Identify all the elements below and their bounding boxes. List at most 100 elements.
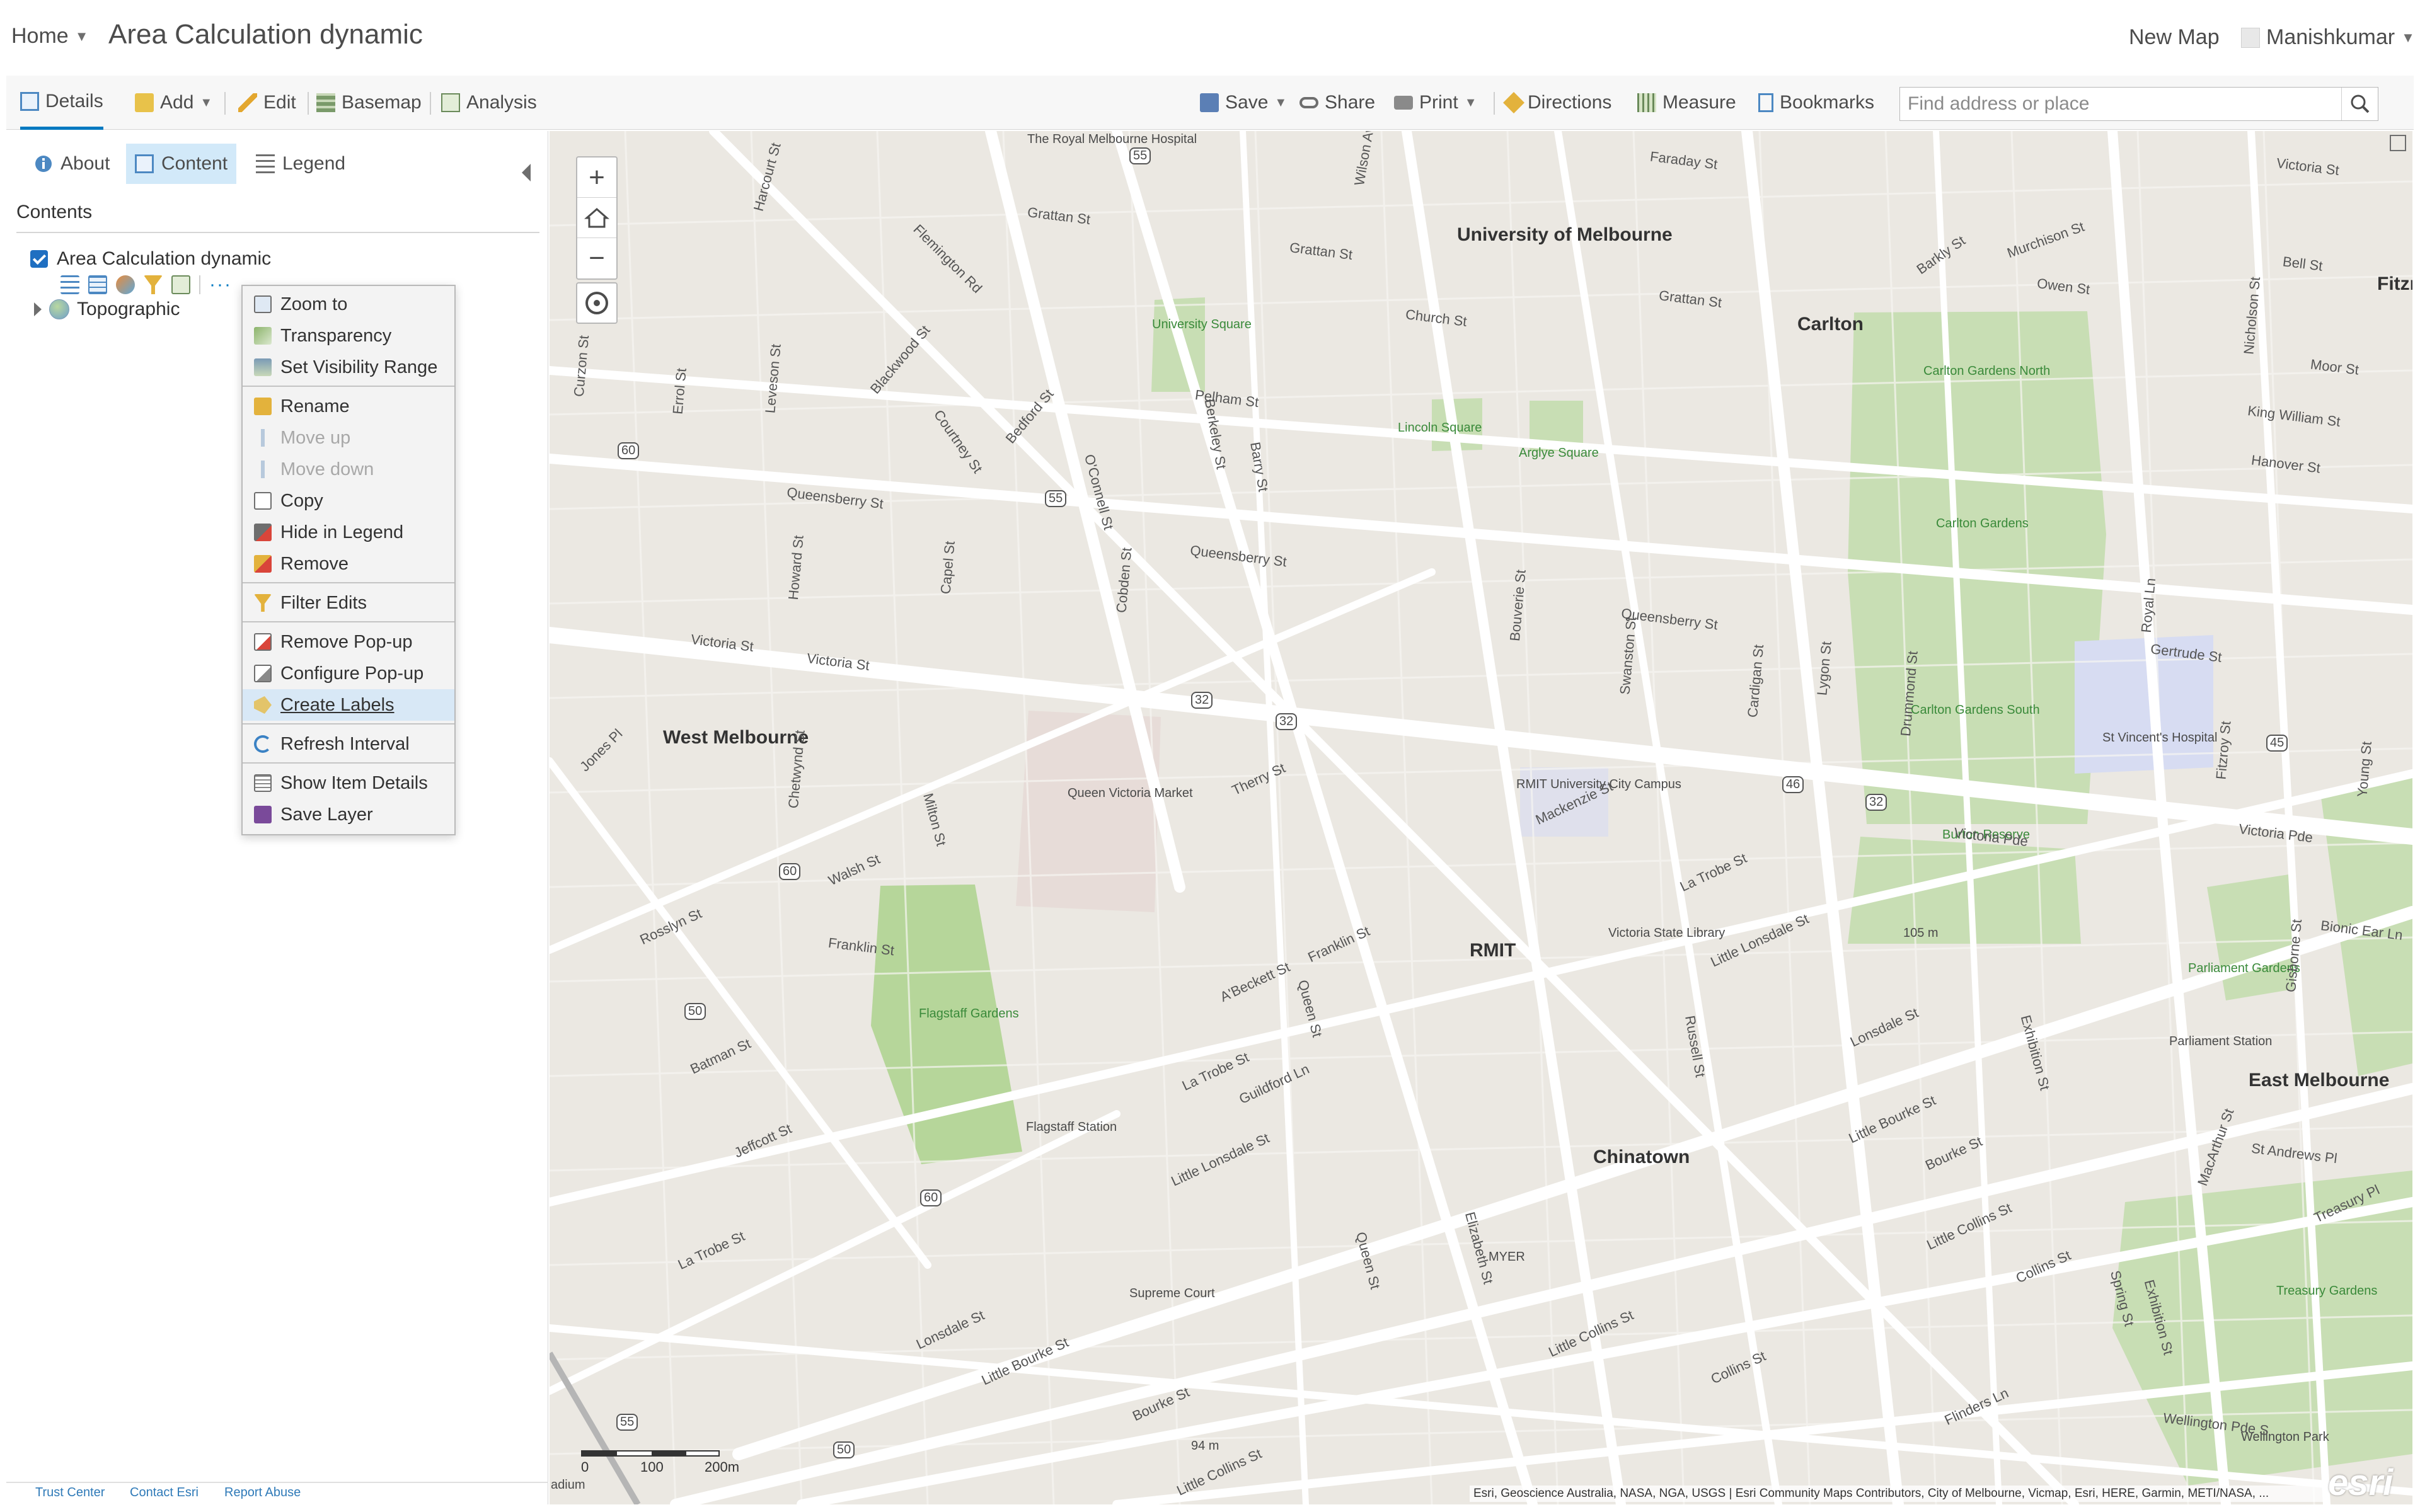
route-shield: 60 — [920, 1189, 942, 1206]
pencil-icon — [238, 93, 257, 112]
home-menu[interactable]: Home ▼ — [11, 24, 88, 49]
route-shield: 45 — [2266, 735, 2288, 752]
basemap-button[interactable]: Basemap — [316, 76, 422, 130]
place-label: Fitzr — [2377, 273, 2412, 294]
collapse-panel-icon[interactable] — [522, 164, 531, 181]
zoom-out-button[interactable]: − — [577, 238, 616, 278]
tab-about-label: About — [60, 153, 110, 174]
layer-visibility-checkbox[interactable] — [30, 250, 48, 268]
remove-popup-icon — [254, 633, 272, 651]
remove-icon — [254, 555, 272, 573]
menu-item-remove[interactable]: Remove — [243, 548, 454, 580]
menu-item-show-item-details[interactable]: Show Item Details — [243, 767, 454, 799]
analysis-icon[interactable] — [171, 275, 190, 294]
report-abuse-link[interactable]: Report Abuse — [224, 1486, 301, 1500]
table-icon[interactable] — [88, 275, 107, 294]
analysis-label: Analysis — [466, 92, 537, 113]
contact-esri-link[interactable]: Contact Esri — [130, 1486, 199, 1500]
search-input[interactable] — [1900, 88, 2341, 120]
add-button[interactable]: Add ▼ — [135, 76, 212, 130]
more-options-icon[interactable]: ··· — [209, 274, 232, 295]
poi-label: MYER — [1489, 1250, 1525, 1264]
expand-icon[interactable] — [2390, 135, 2406, 151]
change-style-icon[interactable] — [116, 275, 135, 294]
route-shield: 32 — [1191, 692, 1213, 709]
measure-button[interactable]: Measure — [1637, 76, 1736, 130]
menu-item-label: Transparency — [280, 325, 392, 346]
details-icon — [20, 91, 39, 111]
menu-item-move-up[interactable]: Move up — [243, 422, 454, 454]
zoom-in-button[interactable]: + — [577, 158, 616, 198]
menu-item-label: Move up — [280, 427, 351, 448]
tab-legend[interactable]: Legend — [247, 144, 354, 184]
menu-item-visibility-range[interactable]: Set Visibility Range — [243, 352, 454, 383]
analysis-button[interactable]: Analysis — [441, 76, 537, 130]
menu-item-remove-popup[interactable]: Remove Pop-up — [243, 626, 454, 658]
menu-item-save-layer[interactable]: Save Layer — [243, 799, 454, 830]
route-shield: 60 — [618, 442, 640, 459]
share-button[interactable]: Share — [1299, 76, 1375, 130]
poi-label: The Royal Melbourne Hospital — [1027, 132, 1197, 146]
bookmarks-button[interactable]: Bookmarks — [1758, 76, 1874, 130]
map-attribution[interactable]: Esri, Geoscience Australia, NASA, NGA, U… — [1470, 1486, 2327, 1502]
locate-button[interactable] — [576, 282, 618, 324]
menu-separator — [243, 762, 454, 764]
zoom-to-icon — [254, 295, 272, 313]
menu-separator — [243, 621, 454, 622]
chevron-down-icon: ▼ — [74, 28, 89, 44]
menu-item-zoom-to[interactable]: Zoom to — [243, 289, 454, 320]
tab-about[interactable]: About — [25, 144, 118, 184]
print-button[interactable]: Print ▼ — [1394, 76, 1477, 130]
park-label: University Square — [1152, 318, 1252, 331]
map-view[interactable]: University of Melbourne Carlton West Mel… — [550, 131, 2412, 1504]
directions-button[interactable]: Directions — [1503, 76, 1611, 130]
expand-caret-icon[interactable] — [34, 302, 42, 316]
menu-item-copy[interactable]: Copy — [243, 485, 454, 517]
menu-item-label: Configure Pop-up — [280, 663, 424, 684]
menu-item-filter-edits[interactable]: Filter Edits — [243, 587, 454, 619]
poi-label: 94 m — [1191, 1439, 1219, 1453]
layer-item[interactable]: Topographic — [34, 299, 180, 320]
content-icon — [135, 154, 154, 173]
menu-item-configure-popup[interactable]: Configure Pop-up — [243, 658, 454, 689]
bookmark-icon — [1758, 93, 1773, 112]
transparency-icon — [254, 327, 272, 345]
search-button[interactable] — [2341, 88, 2378, 120]
menu-item-rename[interactable]: Rename — [243, 391, 454, 422]
menu-item-transparency[interactable]: Transparency — [243, 320, 454, 352]
edit-button[interactable]: Edit — [238, 76, 296, 130]
menu-item-move-down[interactable]: Move down — [243, 454, 454, 485]
place-label: University of Melbourne — [1457, 224, 1673, 245]
menu-separator — [243, 386, 454, 387]
scale-bar-graphic — [581, 1450, 720, 1457]
new-map-link[interactable]: New Map — [2129, 25, 2220, 50]
filter-icon[interactable] — [144, 275, 163, 294]
scale-label: 100 — [640, 1459, 664, 1475]
printer-icon — [1394, 96, 1413, 110]
arrow-up-icon — [254, 429, 272, 447]
details-button[interactable]: Details — [20, 76, 103, 130]
rename-icon — [254, 398, 272, 415]
save-button[interactable]: Save ▼ — [1200, 76, 1287, 130]
menu-item-create-labels[interactable]: Create Labels — [243, 689, 454, 721]
user-menu[interactable]: Manishkumar ▼ — [2241, 25, 2415, 50]
divider — [6, 1482, 548, 1483]
poi-label: Victoria State Library — [1608, 926, 1726, 940]
route-shield: 55 — [1045, 490, 1067, 507]
layer-tools: ··· — [60, 272, 232, 297]
home-extent-button[interactable] — [577, 198, 616, 238]
share-label: Share — [1325, 92, 1376, 113]
menu-item-hide-in-legend[interactable]: Hide in Legend — [243, 517, 454, 548]
park-label: Carlton Gardens North — [1923, 364, 2051, 378]
legend-toggle-icon[interactable] — [60, 275, 79, 294]
poi-label: Parliament Station — [2169, 1034, 2273, 1048]
poi-label: Supreme Court — [1129, 1286, 1215, 1300]
layer-item[interactable]: Area Calculation dynamic — [30, 248, 271, 270]
tab-content[interactable]: Content — [126, 144, 237, 184]
home-icon — [584, 207, 609, 227]
menu-item-refresh-interval[interactable]: Refresh Interval — [243, 728, 454, 760]
info-icon — [35, 156, 52, 172]
menu-item-label: Show Item Details — [280, 772, 428, 793]
arrow-down-icon — [254, 461, 272, 478]
trust-center-link[interactable]: Trust Center — [35, 1486, 105, 1500]
